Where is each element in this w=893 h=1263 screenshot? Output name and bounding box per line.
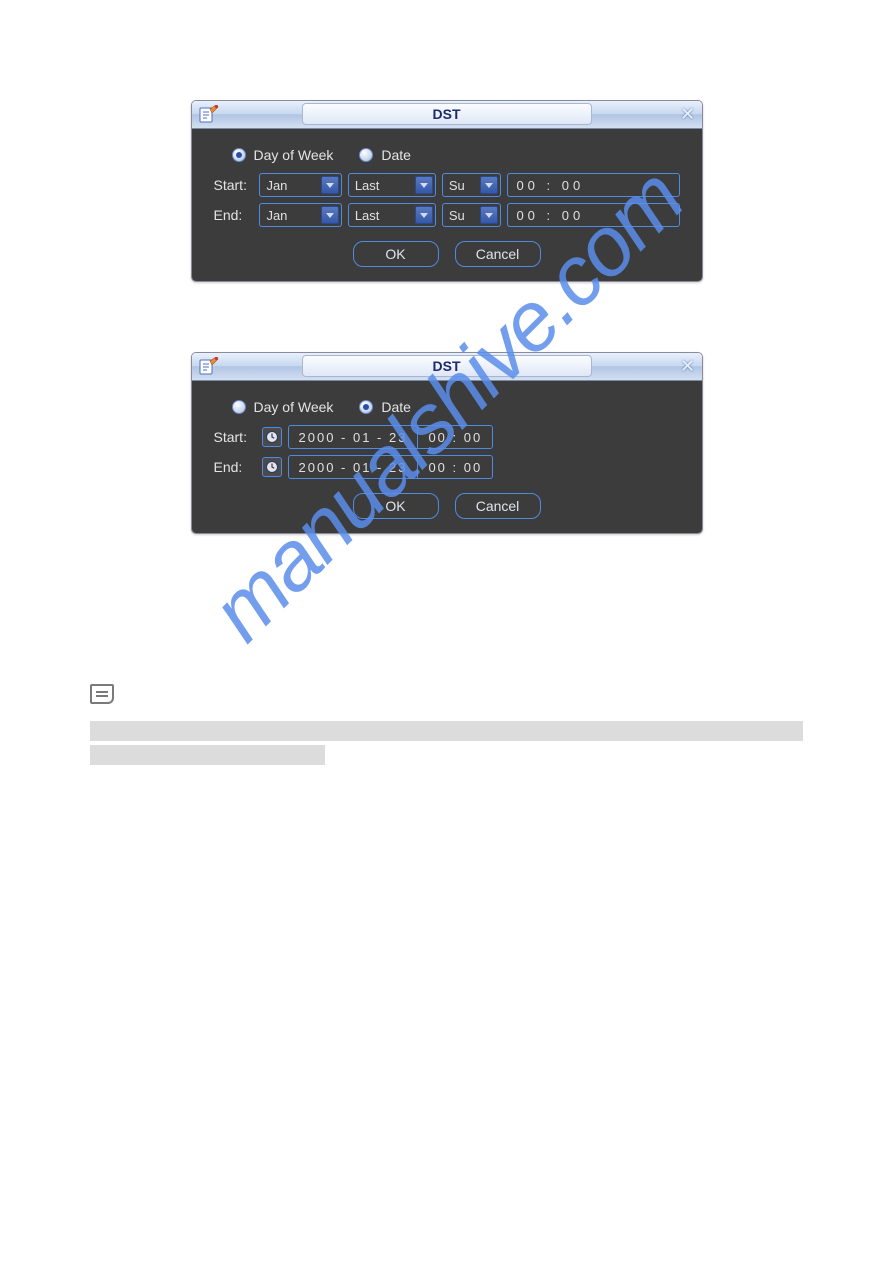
clock-icon — [265, 430, 279, 444]
end-datetime-input[interactable]: 2000 - 01 - 23 00 : 00 — [288, 455, 494, 479]
clock-icon — [265, 460, 279, 474]
end-week-dropdown[interactable]: Last — [348, 203, 436, 227]
end-label: End: — [214, 207, 254, 223]
dialog-buttons: OK Cancel — [214, 241, 680, 267]
cancel-button[interactable]: Cancel — [455, 493, 541, 519]
mode-radio-row: Day of Week Date — [232, 399, 680, 415]
start-label: Start: — [214, 177, 254, 193]
calendar-picker-button[interactable] — [262, 427, 282, 447]
time-value: 00 : 00 — [418, 456, 492, 478]
date-value: 2000 - 01 - 23 — [289, 426, 418, 448]
end-label: End: — [214, 459, 256, 475]
start-label: Start: — [214, 429, 256, 445]
radio-label-dayofweek: Day of Week — [254, 147, 334, 163]
radio-day-of-week[interactable] — [232, 148, 246, 162]
end-row: End: Jan Last Su 00 : 00 — [214, 203, 680, 227]
time-value: 00 : 00 — [418, 426, 492, 448]
cancel-button[interactable]: Cancel — [455, 241, 541, 267]
chevron-down-icon — [415, 176, 433, 194]
close-button[interactable]: ✕ — [676, 353, 700, 379]
radio-date[interactable] — [359, 400, 373, 414]
ok-button[interactable]: OK — [353, 241, 439, 267]
dialog-body: Day of Week Date Start: 2000 - 01 - 23 0… — [192, 381, 702, 533]
chevron-down-icon — [321, 206, 339, 224]
dialog-buttons: OK Cancel — [214, 493, 680, 519]
time-value: 00 : 00 — [516, 208, 584, 223]
chevron-down-icon — [321, 176, 339, 194]
edit-icon — [196, 104, 222, 126]
start-day-dropdown[interactable]: Su — [442, 173, 502, 197]
start-row: Start: Jan Last Su 00 : 00 — [214, 173, 680, 197]
book-icon — [90, 684, 114, 704]
end-row: End: 2000 - 01 - 23 00 : 00 — [214, 455, 680, 479]
dialog-body: Day of Week Date Start: Jan Last Su — [192, 129, 702, 281]
dst-dialog-dayofweek: DST ✕ Day of Week Date Start: Jan Last — [191, 100, 703, 282]
dialog-titlebar: DST ✕ — [192, 101, 702, 129]
radio-label-date: Date — [381, 399, 411, 415]
start-datetime-input[interactable]: 2000 - 01 - 23 00 : 00 — [288, 425, 494, 449]
start-week-dropdown[interactable]: Last — [348, 173, 436, 197]
date-value: 2000 - 01 - 23 — [289, 456, 418, 478]
dropdown-value: Su — [449, 208, 465, 223]
time-value: 00 : 00 — [516, 178, 584, 193]
end-time-input[interactable]: 00 : 00 — [507, 203, 679, 227]
close-icon: ✕ — [680, 104, 695, 125]
close-icon: ✕ — [680, 356, 695, 377]
close-button[interactable]: ✕ — [676, 101, 700, 127]
dropdown-value: Su — [449, 178, 465, 193]
dropdown-value: Jan — [266, 178, 287, 193]
dialog-titlebar: DST ✕ — [192, 353, 702, 381]
edit-icon — [196, 356, 222, 378]
dropdown-value: Last — [355, 208, 380, 223]
ok-button[interactable]: OK — [353, 493, 439, 519]
radio-date[interactable] — [359, 148, 373, 162]
note-placeholder-line — [90, 721, 803, 741]
dropdown-value: Jan — [266, 208, 287, 223]
dialog-title: DST — [302, 103, 592, 125]
dialog-title: DST — [302, 355, 592, 377]
mode-radio-row: Day of Week Date — [232, 147, 680, 163]
start-month-dropdown[interactable]: Jan — [259, 173, 341, 197]
end-month-dropdown[interactable]: Jan — [259, 203, 341, 227]
radio-label-date: Date — [381, 147, 411, 163]
calendar-picker-button[interactable] — [262, 457, 282, 477]
dst-dialog-date: DST ✕ Day of Week Date Start: — [191, 352, 703, 534]
chevron-down-icon — [480, 176, 498, 194]
chevron-down-icon — [480, 206, 498, 224]
end-day-dropdown[interactable]: Su — [442, 203, 502, 227]
dropdown-value: Last — [355, 178, 380, 193]
note-placeholder-line — [90, 745, 325, 765]
start-row: Start: 2000 - 01 - 23 00 : 00 — [214, 425, 680, 449]
radio-day-of-week[interactable] — [232, 400, 246, 414]
start-time-input[interactable]: 00 : 00 — [507, 173, 679, 197]
chevron-down-icon — [415, 206, 433, 224]
radio-label-dayofweek: Day of Week — [254, 399, 334, 415]
